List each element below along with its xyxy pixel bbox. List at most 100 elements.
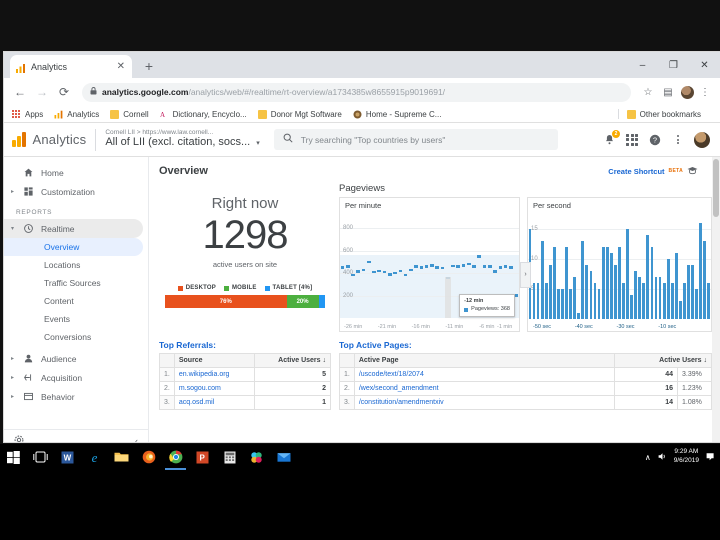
forward-icon[interactable]: → — [32, 82, 52, 102]
per-second-chart[interactable]: Per second 51015-50 sec-40 sec-30 sec-10… — [527, 197, 712, 332]
reload-icon[interactable]: ⟳ — [54, 82, 74, 102]
chart-bar[interactable] — [361, 268, 366, 271]
chrome-app[interactable] — [162, 444, 189, 470]
bookmark-analytics[interactable]: Analytics — [54, 110, 99, 119]
content-scrollbar[interactable] — [712, 157, 720, 442]
chart-bar[interactable] — [569, 289, 573, 319]
chart-bar[interactable] — [340, 266, 345, 269]
table-row[interactable]: 1. en.wikipedia.org 5 — [159, 367, 332, 382]
powerpoint-app[interactable]: P — [189, 444, 216, 470]
chart-bar[interactable] — [345, 265, 350, 268]
bookmark-star-icon[interactable]: ☆ — [639, 83, 657, 101]
chart-bar[interactable] — [482, 265, 487, 268]
chart-bar[interactable] — [393, 271, 397, 275]
referral-source[interactable]: en.wikipedia.org — [173, 367, 255, 382]
chart-bar[interactable] — [691, 265, 695, 319]
referral-source[interactable]: acq.osd.mil — [173, 395, 255, 410]
chart-bar[interactable] — [662, 283, 666, 319]
chart-bar[interactable] — [398, 269, 403, 273]
bookmark-supreme-court[interactable]: Home - Supreme C... — [353, 110, 441, 119]
chart-bar[interactable] — [451, 265, 455, 268]
avatar[interactable] — [694, 131, 710, 148]
chart-bar[interactable] — [532, 283, 536, 319]
chart-bar[interactable] — [561, 289, 564, 319]
sidebar-item-realtime[interactable]: ▾ Realtime — [4, 219, 143, 238]
chart-bar[interactable] — [678, 301, 682, 319]
show-hidden-icons[interactable]: ∧ — [645, 453, 651, 462]
sidebar-item-events[interactable]: Events — [4, 310, 143, 328]
chart-bar[interactable] — [366, 260, 371, 264]
chart-bar[interactable] — [498, 266, 503, 269]
chart-bar[interactable] — [403, 274, 408, 277]
chart-bar[interactable] — [589, 271, 593, 319]
create-shortcut-button[interactable]: Create Shortcut BETA — [608, 166, 712, 177]
notifications-bell-icon[interactable]: 2 — [602, 129, 620, 147]
profile-avatar[interactable] — [681, 85, 694, 99]
expand-chart-button[interactable]: › — [520, 261, 531, 288]
graduation-cap-icon[interactable] — [687, 166, 698, 177]
firefox-app[interactable] — [135, 444, 162, 470]
chart-bar[interactable] — [638, 277, 642, 319]
chart-bar[interactable] — [699, 223, 703, 319]
chart-bar[interactable] — [646, 235, 650, 319]
taskbar-clock[interactable]: 9:29 AM 9/6/2019 — [674, 448, 699, 466]
close-icon[interactable]: ✕ — [115, 61, 127, 72]
sidebar-item-locations[interactable]: Locations — [4, 256, 143, 274]
file-explorer-app[interactable] — [108, 444, 135, 470]
chart-bar[interactable] — [687, 265, 690, 319]
gear-icon[interactable] — [14, 435, 24, 442]
new-tab-button[interactable]: + — [139, 56, 159, 76]
col-active-users[interactable]: Active Users ↓ — [613, 353, 713, 368]
table-row[interactable]: 1./uscode/text/18/2074 44 3.39% — [339, 367, 712, 382]
internet-explorer-app[interactable]: e — [81, 444, 108, 470]
chart-bar[interactable] — [548, 265, 552, 319]
bookmark-dictionary[interactable]: A Dictionary, Encyclo... — [160, 110, 247, 119]
chart-bar[interactable] — [601, 247, 605, 319]
chart-bar[interactable] — [654, 277, 658, 319]
chart-bar[interactable] — [609, 253, 613, 319]
legend-item-tablet[interactable]: TABLET [4%] — [264, 285, 313, 291]
chart-bar[interactable] — [540, 241, 544, 319]
device-segment-mobile[interactable]: 20% — [286, 295, 319, 308]
start-button[interactable] — [0, 444, 27, 470]
mail-app[interactable] — [270, 444, 297, 470]
sidebar-item-home[interactable]: Home — [4, 163, 148, 182]
address-bar[interactable]: analytics.google.com/analytics/web/#/rea… — [82, 82, 631, 102]
sidebar-item-acquisition[interactable]: ▸ Acquisition — [4, 368, 148, 387]
collapse-sidebar-icon[interactable]: ‹ — [135, 436, 138, 442]
help-icon[interactable]: ? — [648, 133, 662, 147]
per-minute-chart[interactable]: Per minute 200 400 600 800 -26 min -21 min -16… — [339, 197, 520, 332]
chart-bar[interactable] — [670, 283, 674, 319]
slack-app[interactable] — [243, 444, 270, 470]
active-page-path[interactable]: /uscode/text/18/2074 — [353, 367, 615, 382]
chart-bar[interactable] — [509, 266, 513, 269]
chart-bar[interactable] — [585, 265, 589, 319]
chart-bar[interactable] — [424, 265, 429, 268]
chart-bar[interactable] — [613, 265, 617, 319]
chart-bar[interactable] — [666, 259, 670, 319]
bookmark-cornell[interactable]: Cornell — [110, 109, 149, 119]
chart-bar[interactable] — [605, 247, 609, 319]
chart-bar[interactable] — [565, 247, 568, 319]
chart-bar[interactable] — [556, 289, 560, 319]
chart-bar[interactable] — [650, 247, 654, 319]
chart-bar[interactable] — [372, 271, 376, 274]
bookmark-apps[interactable]: Apps — [12, 109, 43, 119]
legend-item-desktop[interactable]: DESKTOP — [177, 285, 216, 291]
maximize-icon[interactable]: ❐ — [658, 52, 689, 78]
active-page-path[interactable]: /wex/second_amendment — [353, 381, 615, 396]
chart-bar[interactable] — [382, 270, 387, 274]
chart-bar[interactable] — [634, 271, 638, 319]
device-segment-desktop[interactable]: 76% — [165, 295, 287, 308]
apps-grid-icon[interactable] — [625, 133, 639, 147]
scrollbar-thumb[interactable] — [713, 159, 719, 217]
chart-bar[interactable] — [642, 283, 646, 319]
chart-bar[interactable] — [414, 265, 418, 268]
chart-bar[interactable] — [683, 283, 686, 319]
chart-bar[interactable] — [456, 265, 461, 268]
chart-bar[interactable] — [695, 289, 699, 319]
chart-bar[interactable] — [356, 270, 361, 273]
chart-bar[interactable] — [435, 266, 440, 269]
chart-bar[interactable] — [430, 264, 434, 267]
window-close-icon[interactable]: ✕ — [689, 52, 720, 78]
